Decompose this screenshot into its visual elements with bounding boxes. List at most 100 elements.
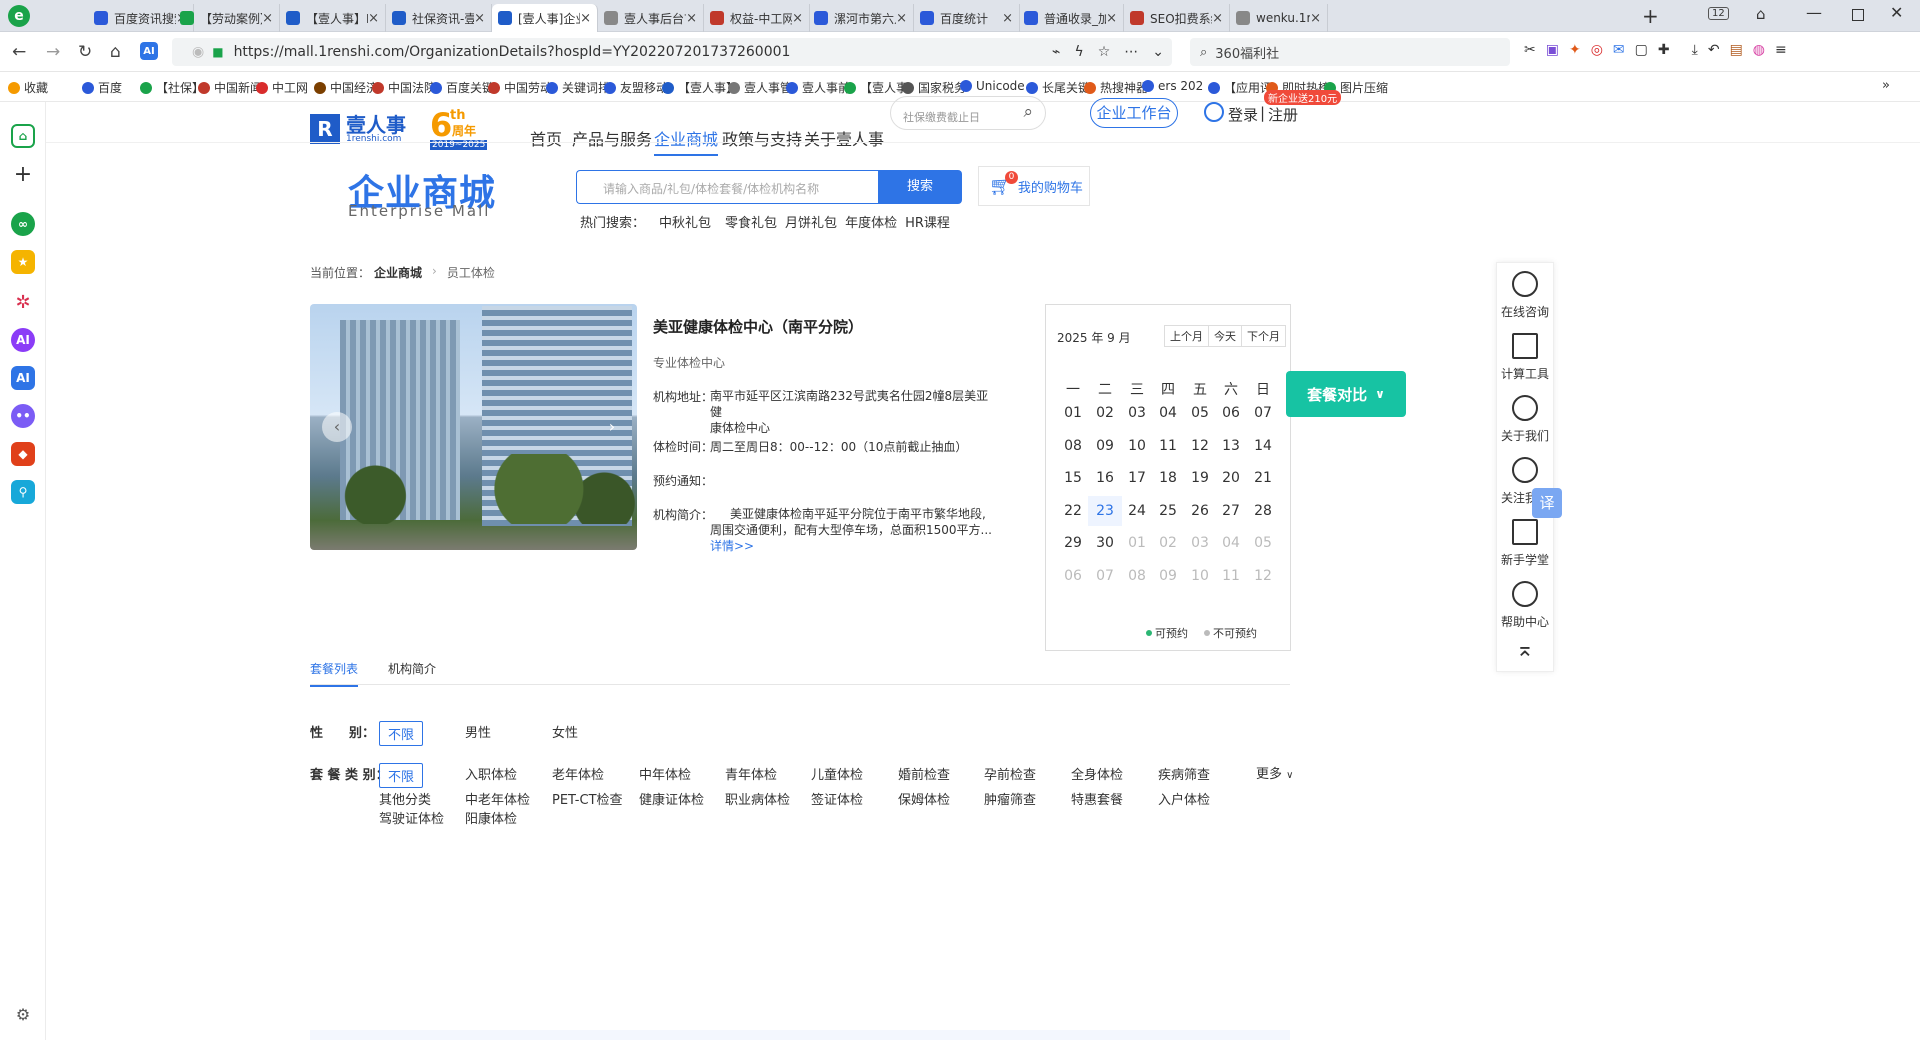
calendar-day[interactable]: 22 (1056, 496, 1090, 526)
bookmark-item[interactable]: 国家税务 (902, 79, 966, 96)
category-option[interactable]: 全身体检 (1071, 764, 1123, 783)
calendar-day[interactable]: 14 (1246, 431, 1280, 461)
package-compare-button[interactable]: 套餐对比 ∨ (1286, 371, 1406, 417)
bookmark-item[interactable]: 壹人事管 (728, 79, 792, 96)
calendar-day[interactable]: 24 (1120, 496, 1154, 526)
browser-tab[interactable]: 【壹人事】H× (280, 4, 386, 32)
gender-option-any[interactable]: 不限 (379, 721, 424, 746)
calendar-day[interactable]: 15 (1056, 463, 1090, 493)
category-option[interactable]: 保姆体检 (898, 789, 950, 808)
help-center-button[interactable]: 帮助中心 (1497, 581, 1553, 630)
home-icon[interactable]: ⌂ (110, 42, 121, 62)
calendar-day[interactable]: 18 (1151, 463, 1185, 493)
category-option[interactable]: 中老年体检 (465, 789, 530, 808)
bookmark-item[interactable]: 【壹人事 (844, 79, 908, 96)
bookmark-item[interactable]: 百度关键 (430, 79, 494, 96)
bookmark-item[interactable]: 中工网 (256, 79, 308, 96)
bookmark-item[interactable]: 长尾关键 (1026, 79, 1090, 96)
bookmark-item[interactable]: 中国劳动 (488, 79, 552, 96)
category-option[interactable]: 其他分类 (379, 789, 431, 808)
calendar-day[interactable]: 28 (1246, 496, 1280, 526)
browser-tab[interactable]: wenku.1ren× (1230, 4, 1328, 32)
forward-icon[interactable]: → (46, 42, 60, 62)
login-link[interactable]: 登录 (1228, 104, 1258, 125)
calendar-day[interactable]: 01 (1056, 398, 1090, 428)
browser-tab[interactable]: SEO扣费系统× (1124, 4, 1230, 32)
hot-search-item[interactable]: 零食礼包 (725, 212, 777, 231)
calculator-tools-button[interactable]: 计算工具 (1497, 333, 1553, 382)
nav-mall[interactable]: 企业商城 (654, 126, 719, 156)
breadcrumb-mall[interactable]: 企业商城 (374, 264, 422, 281)
category-option[interactable]: 健康证体检 (639, 789, 704, 808)
translate-button[interactable]: 译 (1532, 488, 1562, 518)
sidebar-ai2-icon[interactable]: AI (11, 366, 35, 390)
category-option[interactable]: 青年体检 (725, 764, 777, 783)
category-option[interactable]: 婚前检查 (898, 764, 950, 783)
tab-org-intro[interactable]: 机构简介 (388, 660, 436, 677)
bookmark-item[interactable]: 【应用评 (1208, 79, 1272, 96)
gender-option-female[interactable]: 女性 (552, 722, 578, 741)
calendar-day[interactable]: 10 (1120, 431, 1154, 461)
user-avatar-icon[interactable] (1204, 102, 1224, 122)
calendar-day[interactable]: 13 (1214, 431, 1248, 461)
maximize-button[interactable] (1852, 9, 1864, 21)
calendar-day[interactable]: 03 (1120, 398, 1154, 428)
category-option[interactable]: 职业病体检 (725, 789, 790, 808)
bookmark-item[interactable]: 【壹人事】 (662, 79, 738, 96)
briefcase-icon[interactable]: ▤ (1730, 42, 1743, 58)
bookmark-item[interactable]: ers 202 (1142, 79, 1203, 93)
tab-package-list[interactable]: 套餐列表 (310, 660, 359, 687)
undo-icon[interactable]: ↶ (1708, 42, 1720, 58)
bookmark-item[interactable]: 中国经济 (314, 79, 378, 96)
bookmark-item[interactable]: 中国法院 (372, 79, 436, 96)
nav-about[interactable]: 关于壹人事 (804, 126, 884, 150)
bookmark-item[interactable]: 友盟移动 (604, 79, 668, 96)
browser-logo-icon[interactable]: e (8, 5, 30, 27)
calendar-day[interactable]: 06 (1214, 398, 1248, 428)
category-option[interactable]: PET-CT检查 (552, 789, 623, 808)
hot-search-item[interactable]: 年度体检 (845, 212, 897, 231)
calendar-day[interactable]: 07 (1246, 398, 1280, 428)
game-ext-icon[interactable]: ✦ (1569, 42, 1581, 58)
bookmarks-more-icon[interactable]: » (1882, 78, 1890, 93)
gender-option-male[interactable]: 男性 (465, 722, 491, 741)
calendar-day[interactable]: 21 (1246, 463, 1280, 493)
browser-tab[interactable]: 壹人事后台首× (598, 4, 704, 32)
browser-tab[interactable]: [壹人事]企业× (492, 4, 598, 32)
scissors-icon[interactable]: ✂ (1524, 42, 1536, 58)
sidebar-home-icon[interactable]: ⌂ (11, 124, 35, 148)
new-tab-button[interactable]: + (1642, 4, 1659, 28)
window-icon[interactable]: ▢ (1635, 42, 1648, 58)
sidebar-ai-icon[interactable]: AI (11, 328, 35, 352)
calendar-day[interactable]: 11 (1151, 431, 1185, 461)
hot-search-item[interactable]: 月饼礼包 (785, 212, 837, 231)
bookmark-item[interactable]: 热搜神器 (1084, 79, 1148, 96)
minimize-button[interactable]: — (1806, 3, 1822, 22)
ai-icon[interactable]: AI (140, 42, 158, 60)
calendar-day[interactable]: 16 (1088, 463, 1122, 493)
reader-icon[interactable]: ⌁ (1052, 44, 1060, 60)
sidebar-add-icon[interactable]: + (11, 162, 35, 187)
back-to-top-button[interactable]: ⌅ (1497, 639, 1553, 661)
close-tab-icon[interactable]: × (1002, 11, 1013, 26)
chevron-down-icon[interactable]: ⌄ (1152, 44, 1164, 60)
puzzle-icon[interactable]: ✚ (1658, 42, 1670, 58)
category-option[interactable]: 入户体检 (1158, 789, 1210, 808)
browser-tab[interactable]: 权益-中工网 × (704, 4, 810, 32)
close-window-button[interactable]: ✕ (1890, 3, 1903, 22)
calendar-day[interactable]: 09 (1088, 431, 1122, 461)
calendar-day[interactable]: 25 (1151, 496, 1185, 526)
calendar-day[interactable]: 12 (1183, 431, 1217, 461)
carousel-next-button[interactable]: › (600, 412, 624, 442)
browser-tab[interactable]: 【劳动案例】× (174, 4, 280, 32)
sidebar-chat-icon[interactable]: •• (11, 404, 35, 428)
close-tab-icon[interactable]: × (792, 11, 803, 26)
site-logo[interactable]: R 壹人事 1renshi.com (310, 114, 406, 144)
bookmark-item[interactable]: 收藏 (8, 79, 48, 96)
translate-ext-icon[interactable]: ▣ (1546, 42, 1559, 58)
weibo-icon[interactable]: ◎ (1591, 42, 1603, 58)
category-option[interactable]: 孕前检查 (984, 764, 1036, 783)
browser-tab[interactable]: 普通收录_加 × (1018, 4, 1124, 32)
close-tab-icon[interactable]: × (896, 11, 907, 26)
calendar-day[interactable]: 08 (1056, 431, 1090, 461)
